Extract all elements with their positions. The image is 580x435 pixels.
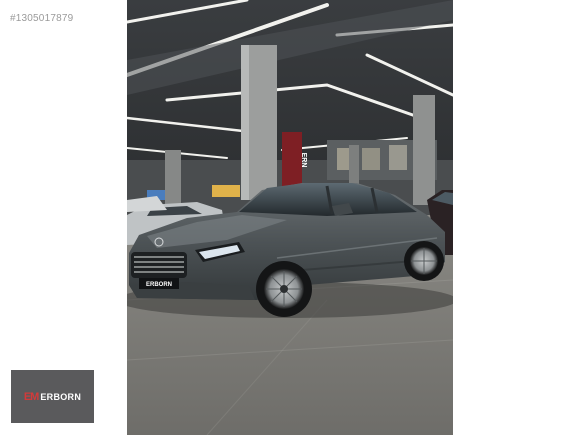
front-grille	[131, 252, 187, 278]
car-photo[interactable]: ERN ERBORN	[127, 0, 453, 435]
plate-text: ERBORN	[146, 282, 172, 288]
dealer-logo-watermark: EM ERBORN	[11, 370, 94, 423]
showroom-scene: ERN ERBORN	[127, 0, 453, 435]
logo-mark: EM	[23, 390, 39, 403]
listing-id: #1305017879	[10, 13, 74, 24]
dealer-logo: EM ERBORN	[24, 391, 81, 403]
pillar	[413, 95, 435, 205]
logo-brand-text: ERBORN	[40, 391, 82, 402]
store-sign	[212, 185, 240, 197]
promo-banner	[282, 132, 302, 187]
banner-text: ERN	[300, 153, 307, 168]
